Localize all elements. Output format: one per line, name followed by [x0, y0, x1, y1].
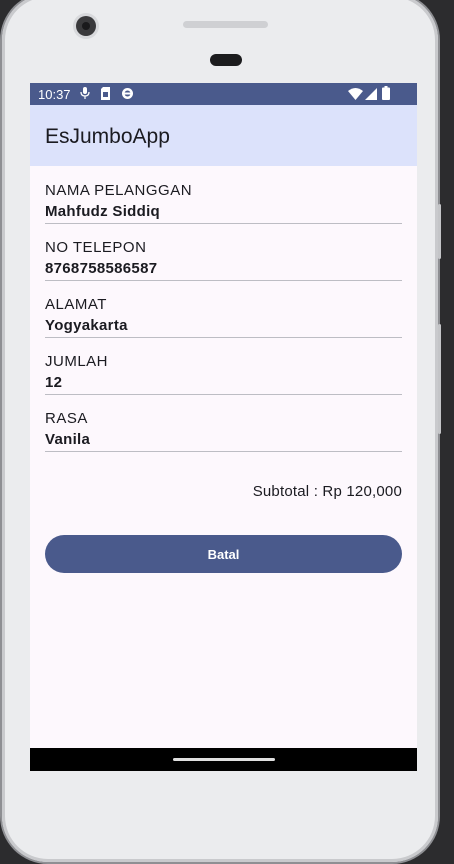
- app-title: EsJumboApp: [45, 125, 170, 148]
- field-jumlah: JUMLAH 12: [45, 337, 402, 395]
- order-details: NAMA PELANGGAN Mahfudz Siddiq NO TELEPON…: [45, 166, 402, 452]
- power-button: [438, 204, 441, 259]
- app-screen: 10:37 EsJumboApp NAMA PELANGGAN Mahfudz …: [30, 83, 417, 771]
- wifi-icon: [348, 88, 363, 100]
- status-bar: 10:37: [30, 83, 417, 105]
- field-value: 8768758586587: [45, 260, 158, 277]
- sim-card-icon: [101, 87, 110, 100]
- field-label: JUMLAH: [45, 353, 109, 370]
- top-speaker: [183, 21, 268, 28]
- field-value: Mahfudz Siddiq: [45, 203, 161, 220]
- app-bar: EsJumboApp: [30, 105, 417, 166]
- home-gesture-handle[interactable]: [173, 758, 275, 761]
- field-label: NO TELEPON: [45, 239, 147, 256]
- field-value: Yogyakarta: [45, 317, 128, 334]
- status-time: 10:37: [38, 87, 71, 102]
- navigation-bar: [30, 748, 417, 771]
- mic-icon: [80, 87, 90, 99]
- field-label: NAMA PELANGGAN: [45, 182, 193, 199]
- volume-button: [438, 324, 441, 434]
- sync-icon: [122, 88, 133, 99]
- field-alamat: ALAMAT Yogyakarta: [45, 280, 402, 338]
- field-value: 12: [45, 374, 63, 391]
- signal-icon: [365, 88, 377, 100]
- field-value: Vanila: [45, 431, 91, 448]
- field-nama-pelanggan: NAMA PELANGGAN Mahfudz Siddiq: [45, 166, 402, 224]
- field-rasa: RASA Vanila: [45, 394, 402, 452]
- subtotal-text: Subtotal : Rp 120,000: [252, 483, 402, 500]
- cancel-button[interactable]: Batal: [45, 535, 402, 573]
- earpiece: [210, 54, 242, 66]
- battery-icon: [382, 86, 390, 100]
- front-camera: [76, 16, 96, 36]
- field-label: RASA: [45, 410, 88, 427]
- field-label: ALAMAT: [45, 296, 107, 313]
- field-no-telepon: NO TELEPON 8768758586587: [45, 223, 402, 281]
